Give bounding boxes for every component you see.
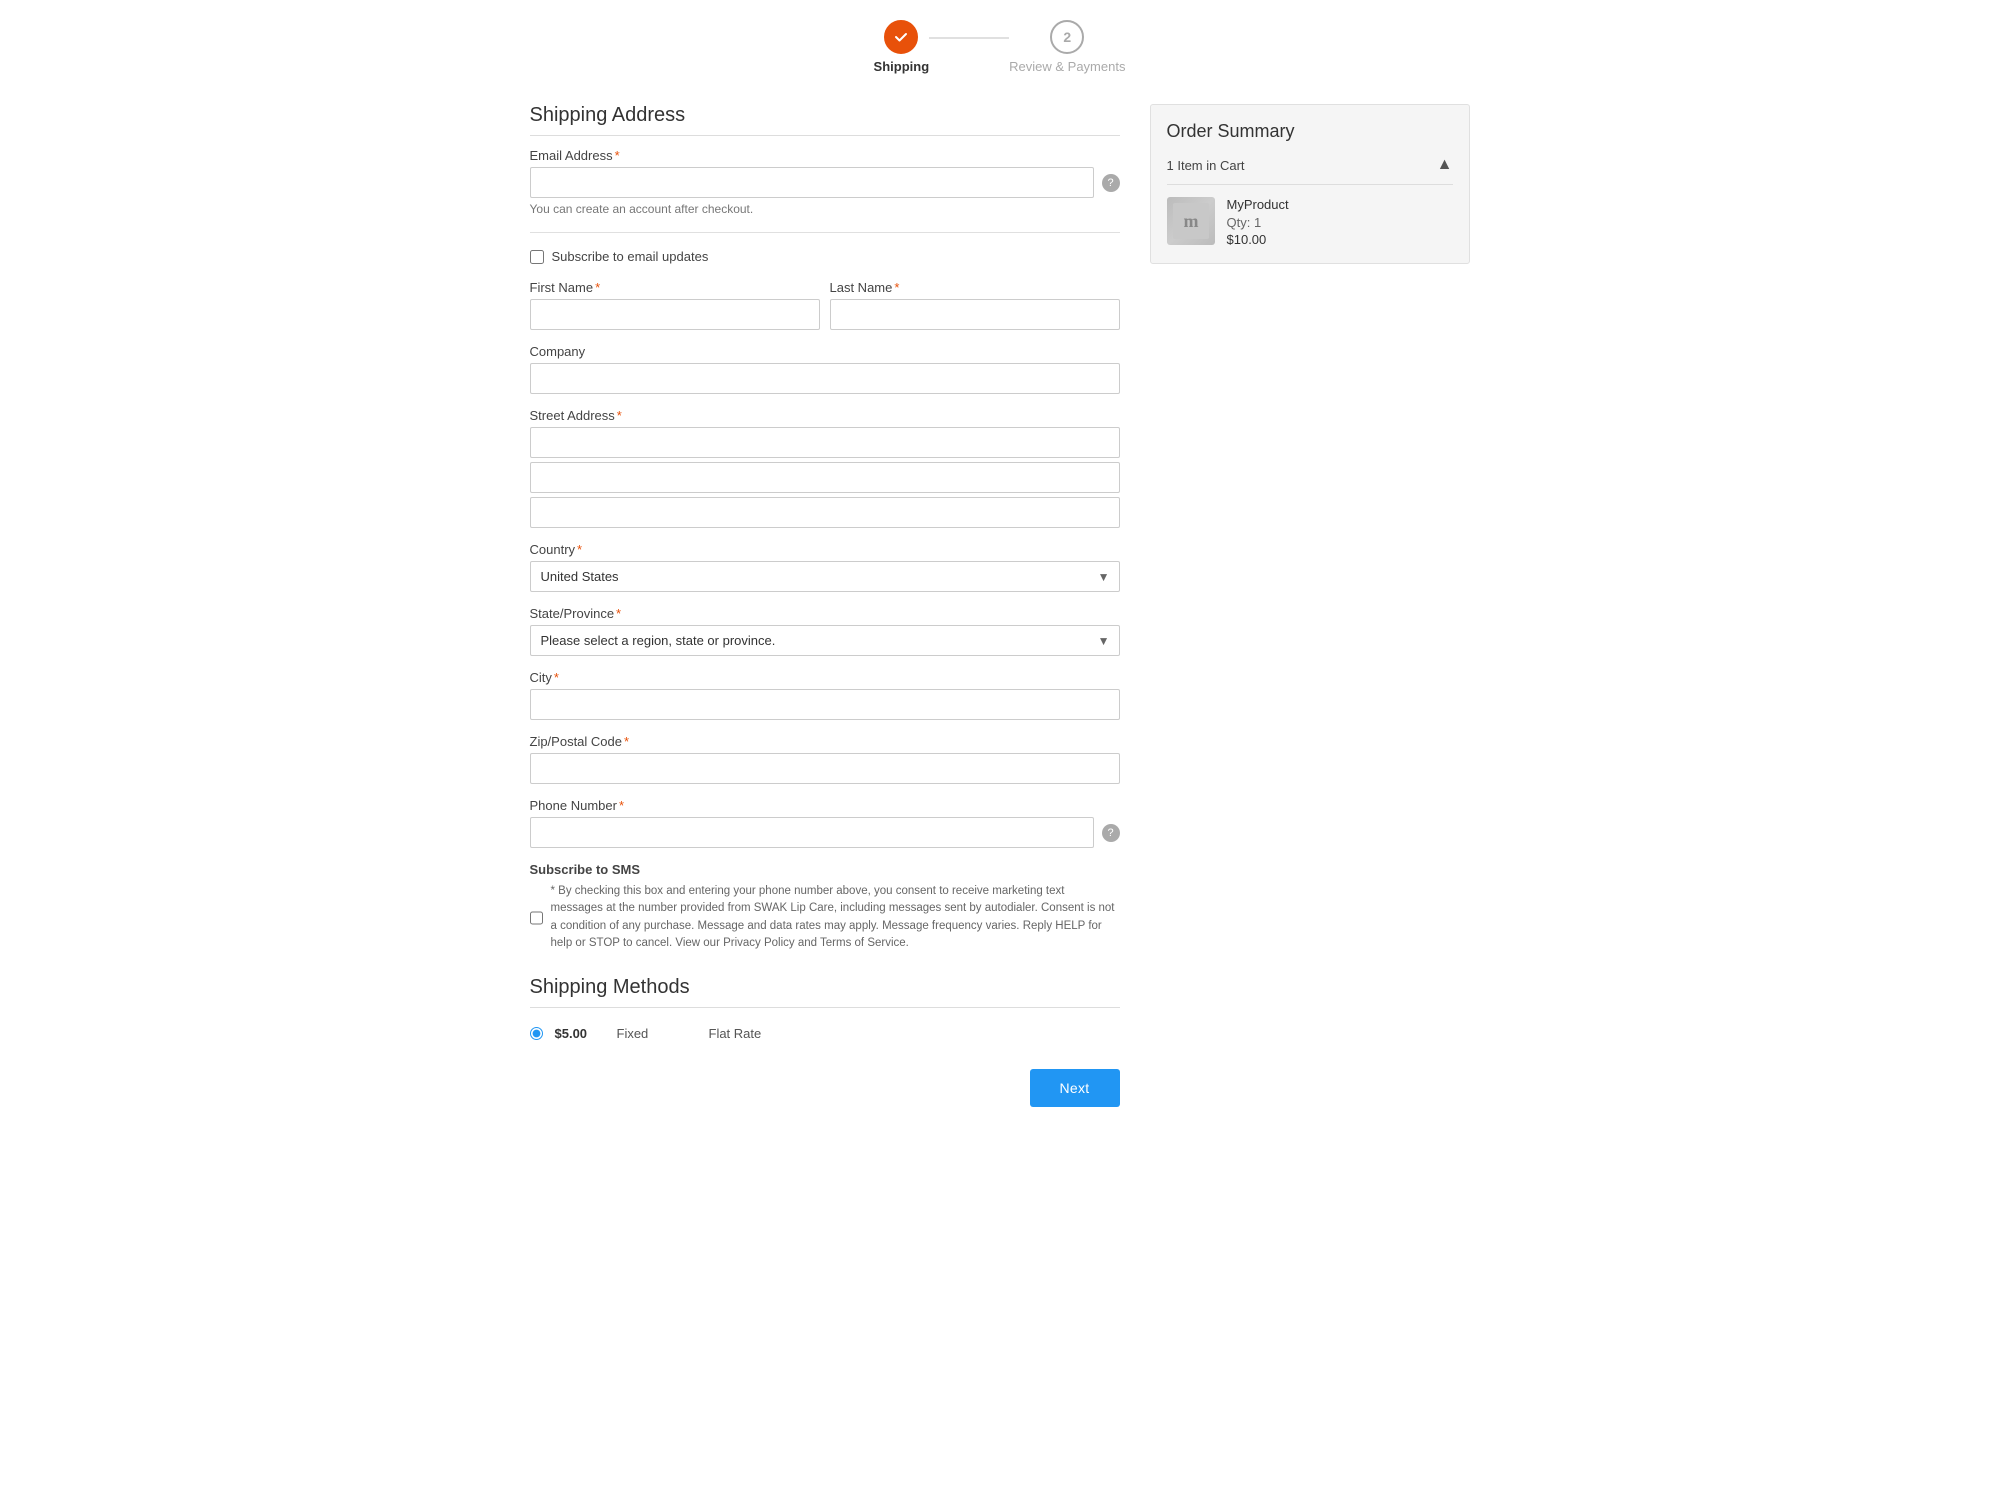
sms-checkbox[interactable] (530, 911, 543, 925)
order-items-label: 1 Item in Cart ▲ (1167, 156, 1453, 185)
shipping-price: $5.00 (555, 1026, 605, 1041)
email-help-icon[interactable]: ? (1102, 174, 1120, 192)
street-address-group: Street Address* (530, 408, 1120, 528)
country-select[interactable]: United States (530, 561, 1120, 592)
product-info: MyProduct Qty: 1 $10.00 (1227, 197, 1289, 247)
name-row: First Name* Last Name* (530, 280, 1120, 344)
street-fields (530, 427, 1120, 528)
state-select-wrapper: Please select a region, state or provinc… (530, 625, 1120, 656)
email-input-row: ? (530, 167, 1120, 198)
divider-1 (530, 232, 1120, 233)
state-field-group: State/Province* Please select a region, … (530, 606, 1120, 656)
first-name-input[interactable] (530, 299, 820, 330)
shipping-type: Flat Rate (709, 1026, 762, 1041)
shipping-methods-title: Shipping Methods (530, 976, 1120, 1008)
product-qty: Qty: 1 (1227, 215, 1289, 230)
order-summary-header: Order Summary (1167, 121, 1453, 142)
step-1: Shipping (874, 20, 930, 74)
shipping-name: Fixed (617, 1026, 697, 1041)
product-row: m MyProduct Qty: 1 $10.00 (1167, 197, 1453, 247)
next-button[interactable]: Next (1030, 1069, 1120, 1107)
sms-consent-text: * By checking this box and entering your… (551, 883, 1120, 952)
phone-field-group: Phone Number* ? (530, 798, 1120, 848)
city-label: City* (530, 670, 1120, 685)
step-2-circle: 2 (1050, 20, 1084, 54)
phone-label: Phone Number* (530, 798, 1120, 813)
shipping-method-radio[interactable] (530, 1027, 543, 1040)
step-2-label: Review & Payments (1009, 59, 1125, 74)
city-input[interactable] (530, 689, 1120, 720)
shipping-method-row: $5.00 Fixed Flat Rate (530, 1018, 1120, 1049)
next-button-row: Next (530, 1069, 1120, 1107)
product-price: $10.00 (1227, 232, 1289, 247)
product-name: MyProduct (1227, 197, 1289, 212)
country-select-wrapper: United States ▼ (530, 561, 1120, 592)
collapse-icon[interactable]: ▲ (1437, 156, 1453, 174)
email-field-group: Email Address* ? You can create an accou… (530, 148, 1120, 216)
state-select[interactable]: Please select a region, state or provinc… (530, 625, 1120, 656)
step-line (929, 37, 1009, 39)
step-2-number: 2 (1063, 29, 1071, 45)
email-hint: You can create an account after checkout… (530, 202, 1120, 216)
company-label: Company (530, 344, 1120, 359)
street-address-label: Street Address* (530, 408, 1120, 423)
company-field-group: Company (530, 344, 1120, 394)
zip-input[interactable] (530, 753, 1120, 784)
email-required: * (615, 148, 620, 163)
city-field-group: City* (530, 670, 1120, 720)
product-thumb-inner: m (1167, 197, 1215, 245)
state-label: State/Province* (530, 606, 1120, 621)
last-name-label: Last Name* (830, 280, 1120, 295)
order-summary-title: Order Summary (1167, 121, 1295, 142)
sms-section: Subscribe to SMS * By checking this box … (530, 862, 1120, 952)
country-label: Country* (530, 542, 1120, 557)
last-name-input[interactable] (830, 299, 1120, 330)
phone-help-icon[interactable]: ? (1102, 824, 1120, 842)
page-title: Shipping Address (530, 104, 1120, 136)
country-field-group: Country* United States ▼ (530, 542, 1120, 592)
zip-label: Zip/Postal Code* (530, 734, 1120, 749)
sidebar-section: Order Summary 1 Item in Cart ▲ m (1150, 104, 1470, 264)
sms-consent-row: * By checking this box and entering your… (530, 883, 1120, 952)
street-address-line2[interactable] (530, 462, 1120, 493)
subscribe-email-label: Subscribe to email updates (552, 249, 709, 264)
zip-field-group: Zip/Postal Code* (530, 734, 1120, 784)
progress-steps: Shipping 2 Review & Payments (530, 20, 1470, 74)
step-1-label: Shipping (874, 59, 930, 74)
first-name-label: First Name* (530, 280, 820, 295)
street-address-line3[interactable] (530, 497, 1120, 528)
company-input[interactable] (530, 363, 1120, 394)
svg-text:m: m (1183, 211, 1198, 231)
form-section: Shipping Address Email Address* ? You ca… (530, 104, 1120, 1107)
subscribe-email-row: Subscribe to email updates (530, 249, 1120, 264)
subscribe-email-checkbox[interactable] (530, 250, 544, 264)
sms-title: Subscribe to SMS (530, 862, 1120, 877)
phone-input[interactable] (530, 817, 1094, 848)
last-name-group: Last Name* (830, 280, 1120, 330)
step-1-circle (884, 20, 918, 54)
first-name-group: First Name* (530, 280, 820, 330)
email-input[interactable] (530, 167, 1094, 198)
order-summary-box: Order Summary 1 Item in Cart ▲ m (1150, 104, 1470, 264)
street-address-line1[interactable] (530, 427, 1120, 458)
product-thumbnail: m (1167, 197, 1215, 245)
phone-input-row: ? (530, 817, 1120, 848)
step-2: 2 Review & Payments (1009, 20, 1125, 74)
email-label: Email Address* (530, 148, 1120, 163)
